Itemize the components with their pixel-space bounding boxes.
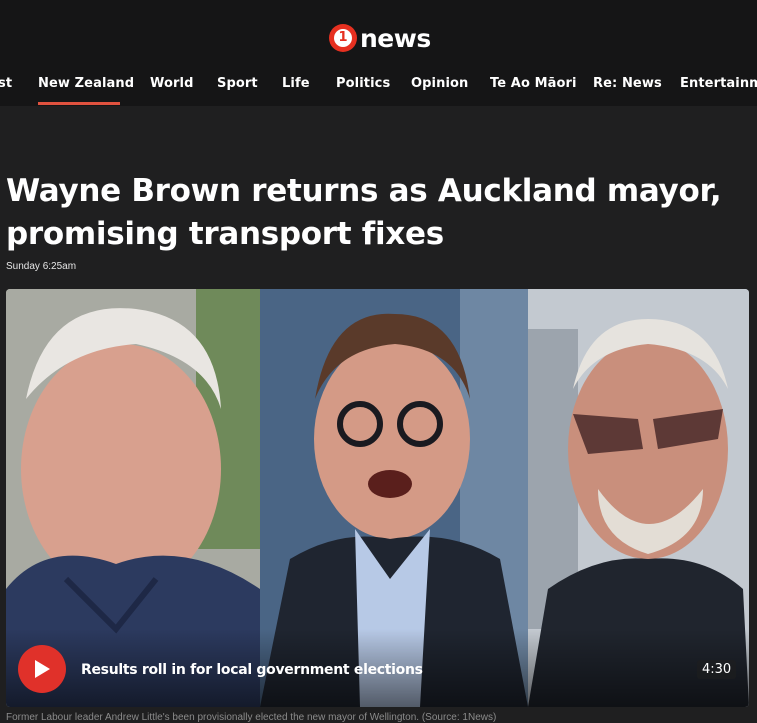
article-timestamp: Sunday 6:25am	[6, 261, 77, 272]
nav-item-world[interactable]: World	[150, 76, 193, 91]
nav-item-latest[interactable]: st	[0, 76, 12, 91]
1news-logo[interactable]: 1 news	[329, 22, 431, 54]
nav-item-opinion[interactable]: Opinion	[411, 76, 468, 91]
article-headline: Wayne Brown returns as Auckland mayor, p…	[6, 173, 722, 252]
nav-item-te-ao-maori[interactable]: Te Ao Māori	[490, 76, 577, 91]
main-nav: st New Zealand World Sport Life Politics…	[0, 70, 757, 106]
video-duration: 4:30	[697, 660, 737, 679]
play-button[interactable]	[18, 645, 66, 693]
nav-item-entertainment[interactable]: Entertainme	[680, 76, 757, 91]
logo-word: news	[360, 23, 431, 53]
nav-item-politics[interactable]: Politics	[336, 76, 390, 91]
logo-circle-icon: 1	[329, 24, 357, 52]
video-caption: Former Labour leader Andrew Little's bee…	[6, 712, 497, 723]
logo-mark: 1	[334, 29, 352, 47]
play-icon	[35, 660, 50, 678]
site-header: 1 news st New Zealand World Sport Life P…	[0, 0, 757, 106]
active-tab-indicator	[38, 102, 120, 105]
nav-item-sport[interactable]: Sport	[217, 76, 258, 91]
nav-item-new-zealand[interactable]: New Zealand	[38, 76, 134, 91]
nav-item-life[interactable]: Life	[282, 76, 310, 91]
video-title[interactable]: Results roll in for local government ele…	[81, 662, 423, 678]
nav-item-re-news[interactable]: Re: News	[593, 76, 662, 91]
video-player[interactable]: Results roll in for local government ele…	[6, 289, 749, 707]
